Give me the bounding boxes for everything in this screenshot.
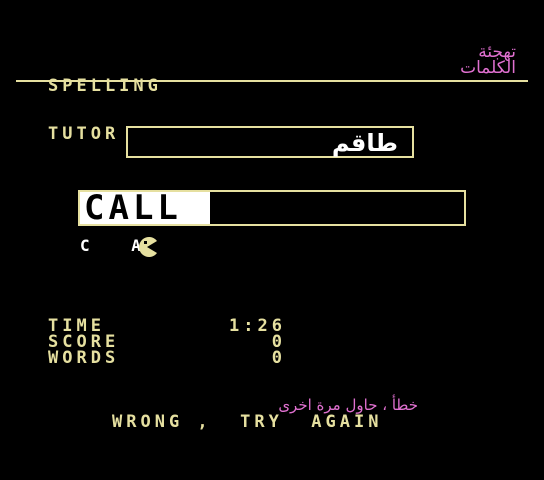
title-ar-line-2: الكلمات — [460, 58, 516, 78]
words-value: 0 — [271, 348, 286, 368]
answer-word: CALL — [84, 188, 182, 228]
words-label: WORDS — [48, 348, 120, 368]
arabic-word-box: طاقم — [126, 126, 414, 158]
header-divider — [16, 80, 528, 82]
answer-box[interactable]: CALL — [78, 190, 466, 226]
message-english: WRONG , TRY AGAIN — [112, 412, 383, 432]
pacman-icon — [139, 237, 157, 257]
arabic-word: طاقم — [331, 129, 398, 157]
title-arabic: تهجئة الكلمات — [392, 44, 516, 78]
